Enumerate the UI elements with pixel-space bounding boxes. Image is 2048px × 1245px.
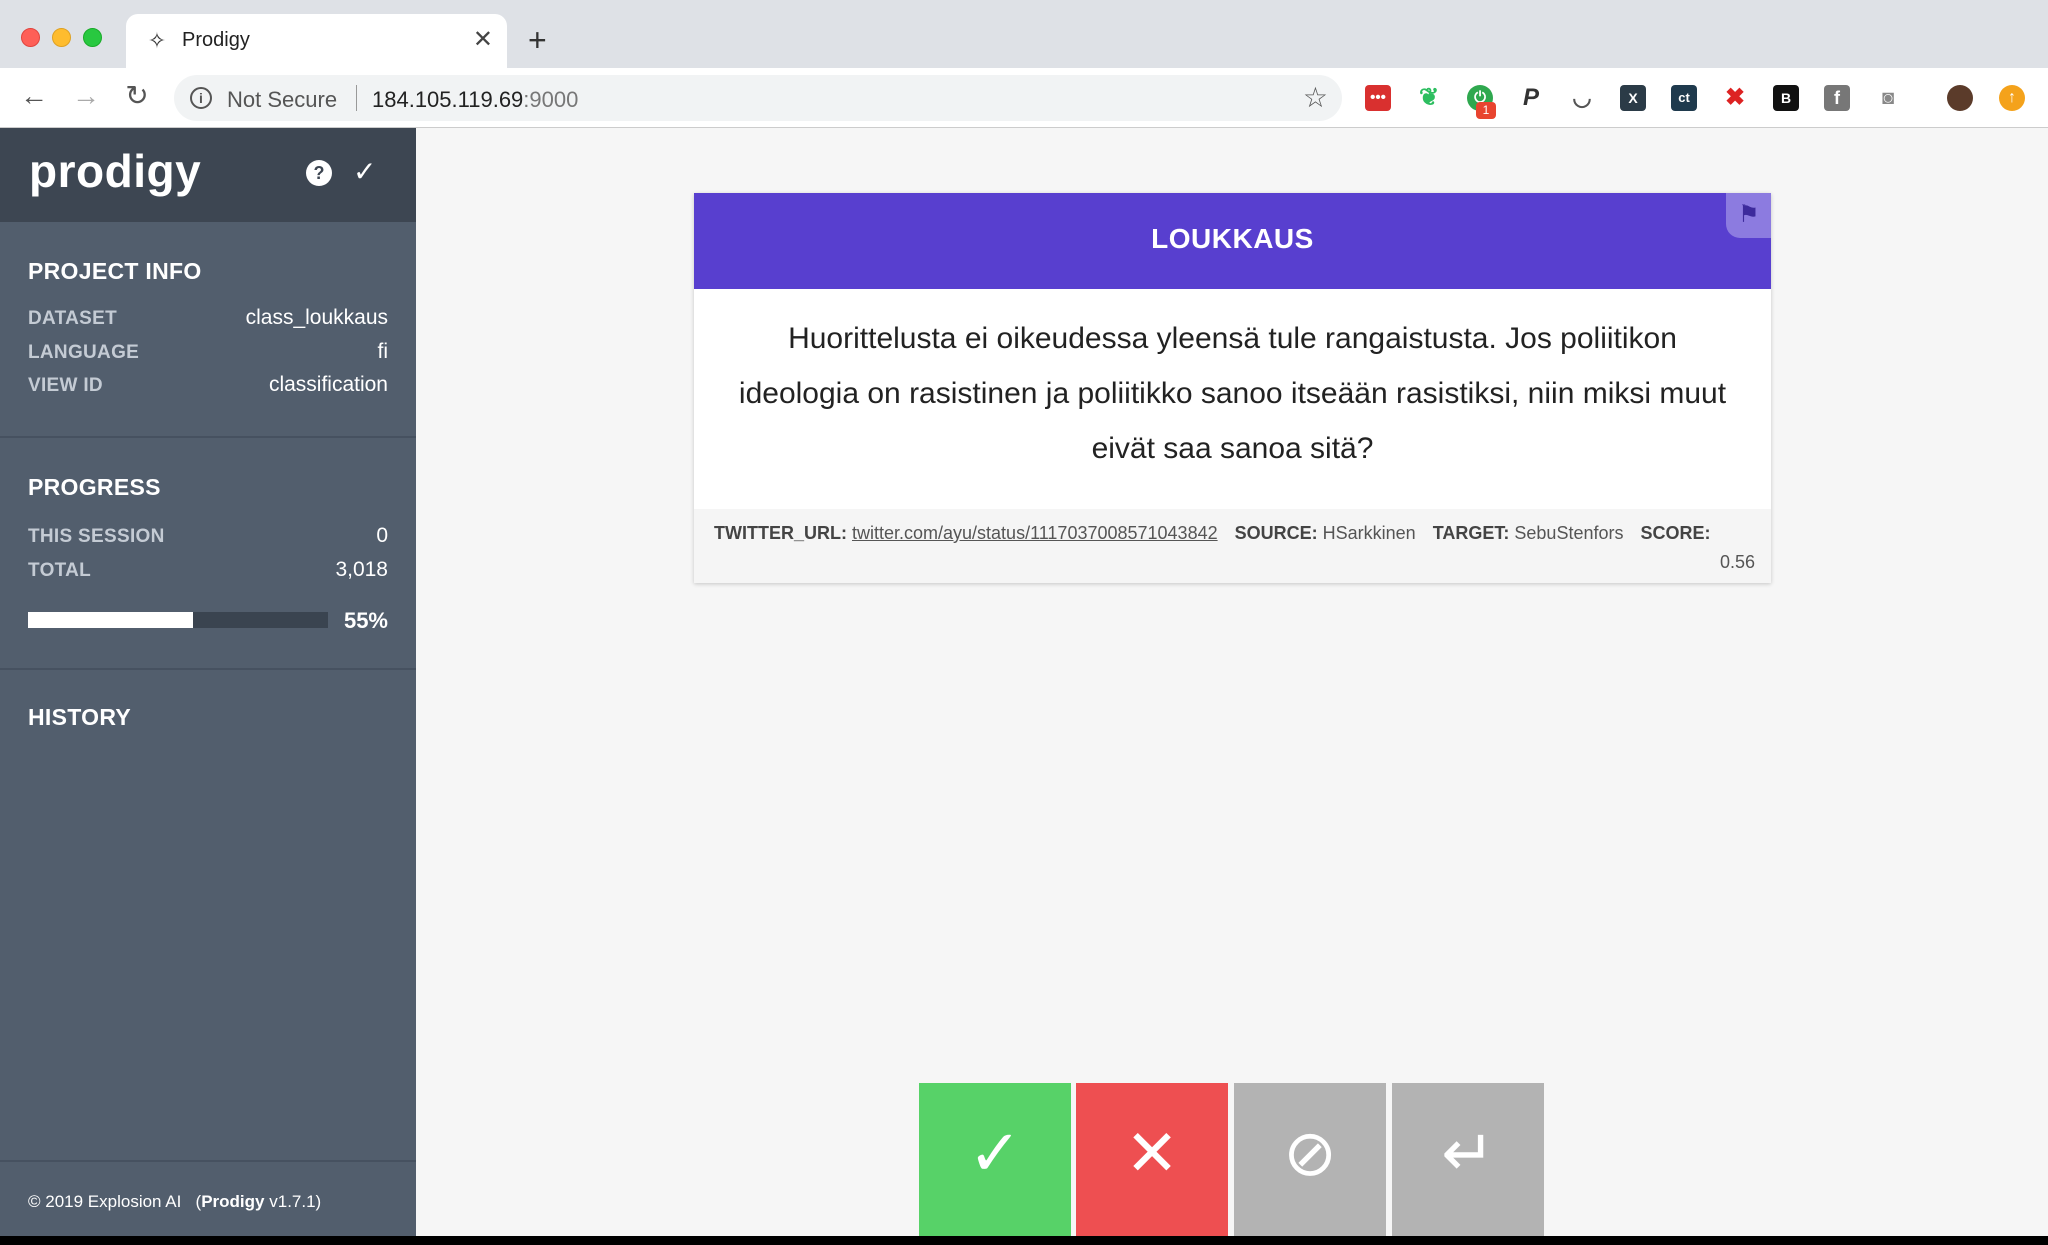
reload-icon[interactable]: ↻: [119, 78, 155, 114]
browser-chrome: ✧ Prodigy ✕ + ← → ↻ i Not Secure 184.105…: [0, 0, 2048, 128]
tab-close-icon[interactable]: ✕: [473, 26, 493, 54]
sidebar: prodigy ? ✓ PROJECT INFO DATASET class_l…: [0, 128, 416, 1236]
logo-bar: prodigy ? ✓: [0, 128, 416, 222]
score-label: SCORE:: [1640, 523, 1711, 543]
score-value: 0.56: [1719, 552, 1755, 572]
address-bar[interactable]: i Not Secure 184.105.119.69:9000 ☆: [174, 75, 1342, 121]
footer-text: © 2019 Explosion AI (Prodigy v1.7.1): [28, 1192, 322, 1211]
sparkle-icon: ✧: [147, 28, 167, 53]
progress-percent: 55%: [343, 608, 388, 633]
maximize-window-button[interactable]: [83, 28, 102, 47]
meta-info: TWITTER_URL: twitter.com/ayu/status/1117…: [694, 509, 1771, 583]
browser-tab[interactable]: ✧ Prodigy ✕: [126, 14, 507, 68]
section-title: PROGRESS: [28, 474, 161, 500]
this-session-value: 0: [376, 524, 388, 547]
annotation-card: LOUKKAUS ⚑ Huorittelusta ei oikeudessa y…: [694, 193, 1771, 583]
tab-title: Prodigy: [182, 29, 250, 51]
b-extension-icon[interactable]: B: [1773, 85, 1799, 111]
total-label: TOTAL: [28, 560, 92, 581]
main-area: LOUKKAUS ⚑ Huorittelusta ei oikeudessa y…: [416, 128, 2048, 1236]
evernote-extension-icon[interactable]: ❦: [1416, 85, 1442, 111]
ct-extension-icon[interactable]: ct: [1671, 85, 1697, 111]
address-separator: [356, 85, 357, 111]
target-label: TARGET:: [1432, 523, 1510, 543]
bookmark-star-icon[interactable]: ☆: [1303, 81, 1328, 115]
target-value: SebuStenfors: [1514, 523, 1624, 543]
ignore-button[interactable]: ⊘: [1234, 1083, 1386, 1236]
prodigy-app: prodigy ? ✓ PROJECT INFO DATASET class_l…: [0, 128, 2048, 1236]
security-label: Not Secure: [227, 87, 338, 112]
example-text: Huorittelusta ei oikeudessa yleensä tule…: [738, 322, 1727, 465]
dataset-label: DATASET: [28, 308, 118, 329]
total-value: 3,018: [335, 558, 388, 581]
source-value: HSarkkinen: [1322, 523, 1416, 543]
save-check-icon[interactable]: ✓: [353, 156, 376, 188]
profile-avatar[interactable]: [1947, 85, 1973, 111]
accept-button[interactable]: ✓: [919, 1083, 1071, 1236]
card-header: LOUKKAUS ⚑: [694, 193, 1771, 289]
new-tab-button[interactable]: +: [528, 20, 547, 60]
history-title: HISTORY: [28, 704, 132, 730]
forward-arrow-icon[interactable]: →: [68, 78, 104, 114]
twitter-url-link[interactable]: twitter.com/ayu/status/11170370085710438…: [852, 523, 1218, 543]
language-label: LANGUAGE: [28, 342, 140, 363]
x-extension-icon[interactable]: X: [1620, 85, 1646, 111]
prodigy-logo: prodigy: [29, 145, 202, 197]
section-title: PROJECT INFO: [28, 258, 202, 284]
undo-button[interactable]: ↵: [1392, 1083, 1544, 1236]
url-text[interactable]: 184.105.119.69:9000: [372, 87, 578, 113]
sidebar-footer: © 2019 Explosion AI (Prodigy v1.7.1): [0, 1160, 416, 1236]
undo-icon: ↵: [1441, 1117, 1495, 1189]
source-label: SOURCE:: [1234, 523, 1318, 543]
minimize-window-button[interactable]: [52, 28, 71, 47]
view-id-label: VIEW ID: [28, 375, 103, 396]
flag-icon: ⚑: [1738, 201, 1760, 228]
pocket-extension-icon[interactable]: ◡: [1569, 85, 1595, 111]
project-info-section: PROJECT INFO DATASET class_loukkaus LANG…: [0, 222, 416, 438]
progress-bar: [28, 612, 328, 628]
back-arrow-icon[interactable]: ←: [16, 78, 52, 114]
help-icon[interactable]: ?: [306, 160, 332, 186]
label-title: LOUKKAUS: [1151, 223, 1314, 254]
language-value: fi: [377, 340, 389, 363]
paypal-extension-icon[interactable]: P: [1518, 85, 1544, 111]
info-icon[interactable]: i: [190, 87, 212, 109]
facebook-extension-icon[interactable]: f: [1824, 85, 1850, 111]
ignore-icon: ⊘: [1283, 1117, 1337, 1189]
dataset-value: class_loukkaus: [245, 306, 388, 329]
progress-bar-fill: [28, 612, 193, 628]
cross-extension-icon[interactable]: ✖: [1722, 85, 1748, 111]
flag-button[interactable]: ⚑: [1726, 193, 1771, 238]
close-window-button[interactable]: [21, 28, 40, 47]
camera-extension-icon[interactable]: ◙: [1875, 85, 1901, 111]
view-id-value: classification: [268, 373, 388, 396]
reject-button[interactable]: ✕: [1076, 1083, 1228, 1236]
twitter-url-label: TWITTER_URL:: [714, 523, 847, 543]
update-icon[interactable]: ↑: [1999, 85, 2025, 111]
action-buttons: ✓ ✕ ⊘ ↵: [916, 1080, 1548, 1236]
this-session-label: THIS SESSION: [28, 526, 165, 547]
lastpass-extension-icon[interactable]: •••: [1365, 85, 1391, 111]
check-icon: ✓: [968, 1117, 1022, 1189]
progress-section: PROGRESS THIS SESSION 0 TOTAL 3,018: [0, 438, 416, 670]
browser-toolbar: ← → ↻ i Not Secure 184.105.119.69:9000 ☆…: [0, 68, 2048, 128]
cross-icon: ✕: [1125, 1117, 1179, 1189]
extension-badge: 1: [1476, 102, 1496, 119]
